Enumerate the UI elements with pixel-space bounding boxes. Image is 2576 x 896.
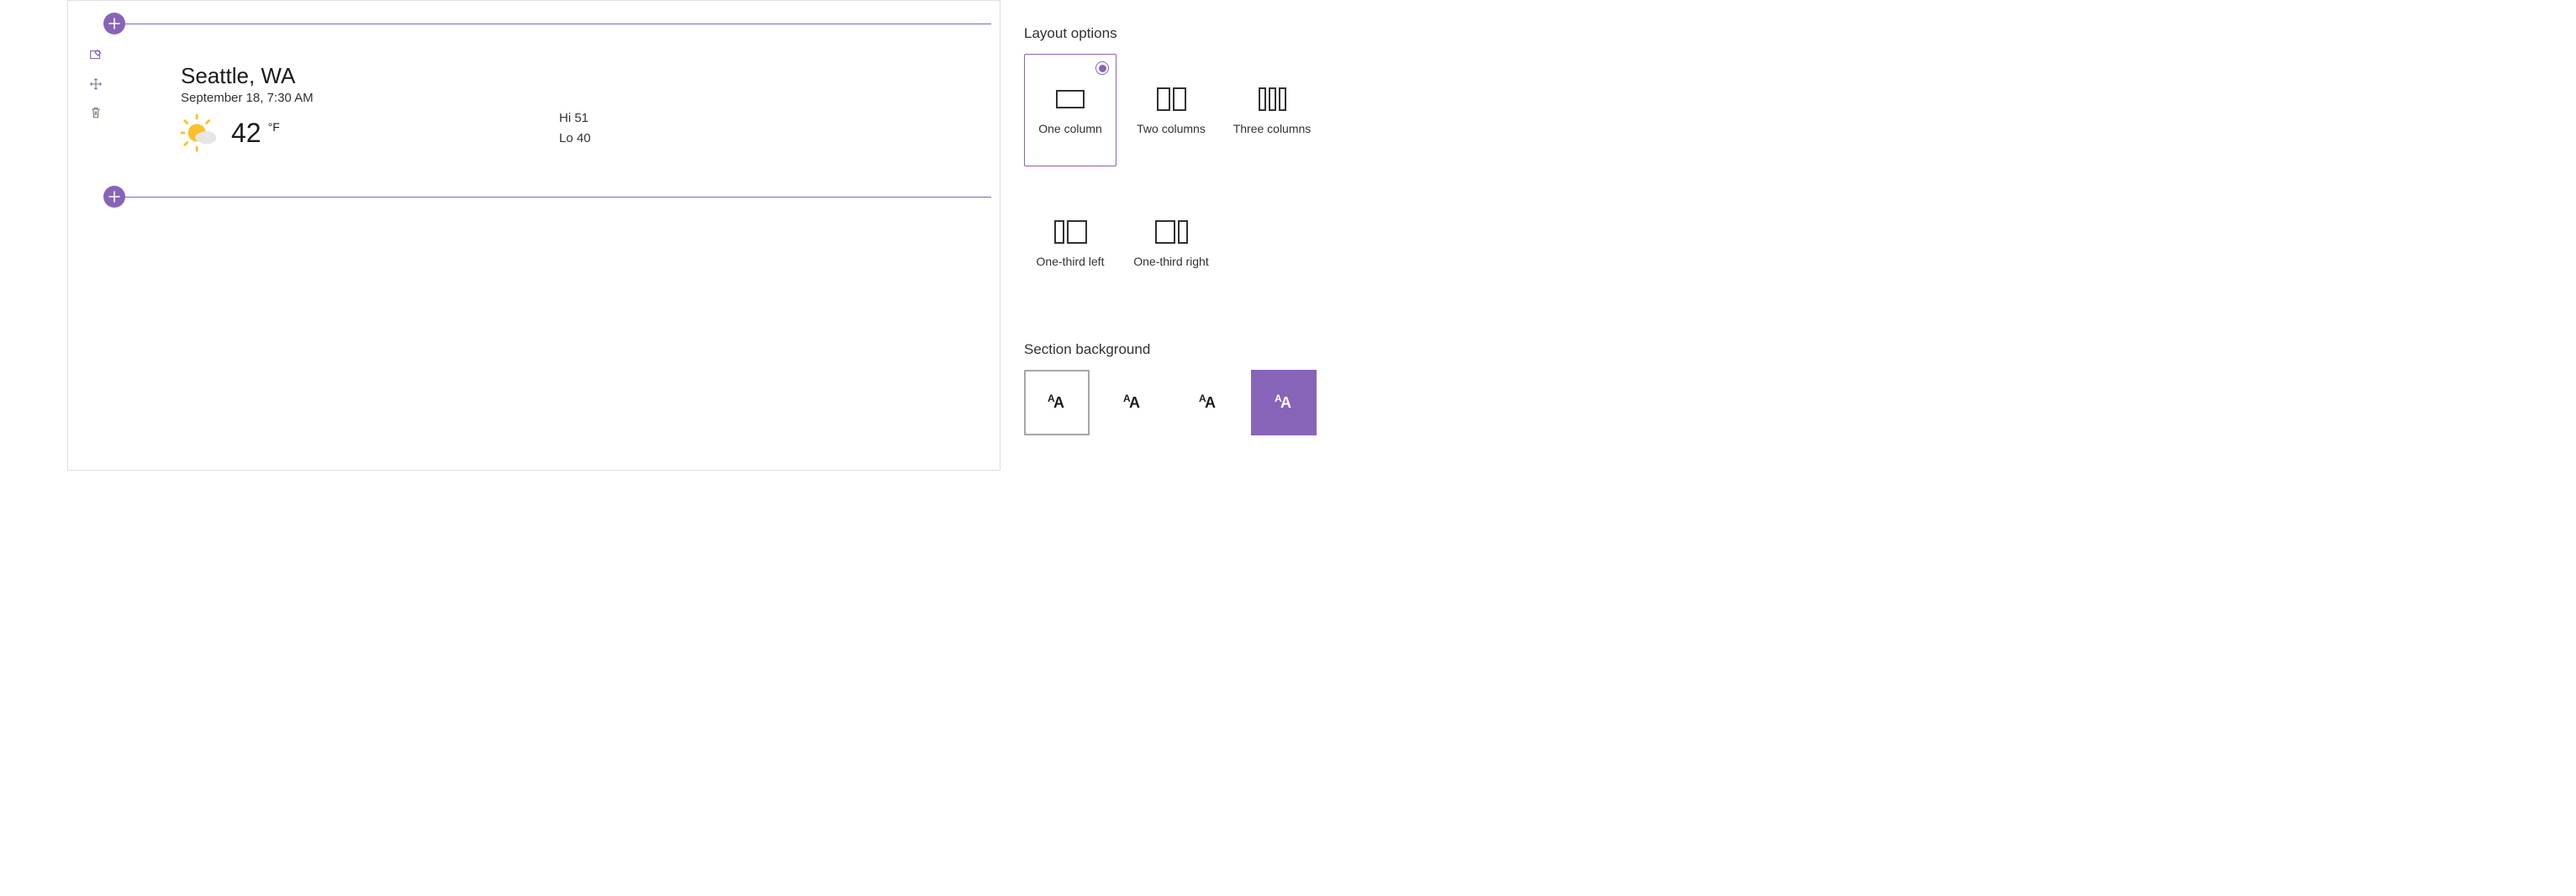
- background-strong[interactable]: AA: [1251, 370, 1317, 435]
- one-third-left-icon: [1054, 220, 1087, 244]
- aa-icon: AA: [1199, 394, 1217, 411]
- delete-webpart-button[interactable]: [88, 105, 103, 120]
- one-column-icon: [1056, 87, 1085, 111]
- plus-icon: [108, 191, 120, 203]
- layout-two-columns[interactable]: Two columns: [1125, 54, 1217, 166]
- radio-indicator-icon: [1095, 61, 1109, 75]
- add-section-button-top[interactable]: [103, 13, 125, 34]
- layout-label: One column: [1038, 121, 1101, 137]
- layout-one-third-right[interactable]: One-third right: [1125, 187, 1217, 299]
- section-property-panel: Layout options One column Two columns Th…: [1000, 0, 2576, 896]
- add-section-divider-top: [103, 13, 991, 34]
- divider-line: [125, 197, 991, 198]
- aa-icon: AA: [1048, 394, 1066, 411]
- edit-webpart-button[interactable]: [88, 48, 103, 63]
- move-icon: [89, 77, 103, 91]
- layout-label: Three columns: [1233, 121, 1312, 137]
- add-section-divider-bottom: [103, 186, 991, 208]
- edit-icon: [88, 48, 103, 63]
- layout-options-heading: Layout options: [1024, 25, 2576, 42]
- weather-lo: Lo 40: [559, 129, 591, 149]
- weather-temperature: 42: [231, 118, 261, 149]
- weather-hilo: Hi 51 Lo 40: [559, 108, 591, 152]
- layout-three-columns[interactable]: Three columns: [1226, 54, 1318, 166]
- weather-location: Seattle, WA: [181, 63, 559, 89]
- section-background-row: AA AA AA AA: [1024, 370, 2576, 435]
- weather-hi: Hi 51: [559, 108, 591, 129]
- two-columns-icon: [1157, 87, 1186, 111]
- layout-options-grid: One column Two columns Three columns One…: [1024, 54, 2576, 299]
- trash-icon: [89, 106, 103, 119]
- layout-label: One-third left: [1037, 254, 1105, 270]
- weather-current: 42 °F: [181, 113, 559, 152]
- weather-partly-cloudy-icon: [181, 113, 219, 152]
- layout-one-third-left[interactable]: One-third left: [1024, 187, 1116, 299]
- page-canvas: Seattle, WA September 18, 7:30 AM: [67, 0, 1000, 471]
- aa-icon: AA: [1275, 394, 1293, 411]
- webpart-toolbar: [88, 48, 103, 120]
- layout-label: One-third right: [1133, 254, 1208, 270]
- move-webpart-button[interactable]: [88, 76, 103, 92]
- plus-icon: [108, 18, 120, 29]
- weather-datetime: September 18, 7:30 AM: [181, 91, 559, 105]
- section-background-heading: Section background: [1024, 341, 2576, 358]
- aa-icon: AA: [1123, 394, 1142, 411]
- one-third-right-icon: [1155, 220, 1188, 244]
- layout-label: Two columns: [1137, 121, 1206, 137]
- three-columns-icon: [1259, 87, 1286, 111]
- weather-main-col: Seattle, WA September 18, 7:30 AM: [181, 63, 559, 152]
- weather-webpart[interactable]: Seattle, WA September 18, 7:30 AM: [181, 63, 1000, 152]
- add-section-button-bottom[interactable]: [103, 186, 125, 208]
- background-none[interactable]: AA: [1024, 370, 1090, 435]
- weather-unit: °F: [268, 120, 280, 134]
- layout-one-column[interactable]: One column: [1024, 54, 1116, 166]
- background-soft[interactable]: AA: [1175, 370, 1241, 435]
- background-neutral[interactable]: AA: [1100, 370, 1165, 435]
- page-canvas-area: Seattle, WA September 18, 7:30 AM: [0, 0, 1000, 896]
